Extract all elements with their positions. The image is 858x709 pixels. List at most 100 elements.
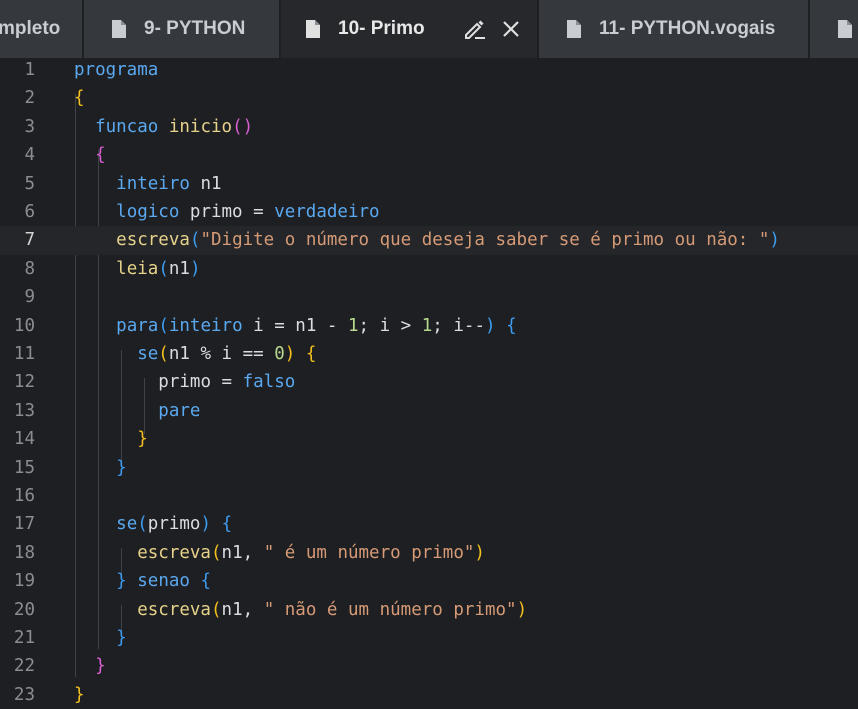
code-line[interactable]: 4 { [0, 141, 858, 169]
tab-label: 9- PYTHON [144, 18, 246, 39]
tab-label: 10- Primo [338, 18, 425, 39]
code-token: ) [189, 258, 201, 279]
line-number: 20 [13, 599, 35, 620]
code-line[interactable]: 13 pare [0, 397, 858, 425]
code-line[interactable]: 20 escreva(n1, " não é um número primo") [0, 596, 858, 624]
tab-next[interactable] [810, 0, 858, 58]
code-token: senao [137, 571, 190, 592]
code-token: ( [158, 315, 169, 336]
line-number: 9 [24, 287, 35, 308]
code-token: } [137, 429, 148, 450]
line-number: 18 [13, 542, 35, 563]
code-token: 1 [347, 315, 359, 336]
line-number: 4 [24, 145, 35, 166]
code-line[interactable]: 8 leia(n1) [0, 255, 858, 283]
code-text: funcao inicio() [74, 113, 253, 141]
line-number: 22 [13, 656, 35, 677]
code-token: primo [147, 514, 201, 535]
code-line[interactable]: 2{ [0, 84, 858, 112]
code-line[interactable]: 9 [0, 283, 858, 311]
code-token: primo = [158, 372, 243, 393]
code-token: { [95, 145, 106, 166]
code-token: { [305, 344, 317, 364]
code-token: ( [158, 258, 169, 279]
code-text: se(n1 % i == 0) { [74, 340, 316, 368]
code-line[interactable]: 16 [0, 482, 858, 510]
tab-bar: mpleto 9- PYTHON 10- Primo 11- PYTHON.vo… [0, 0, 858, 58]
code-token: primo = [179, 202, 275, 222]
code-token: inteiro [116, 173, 190, 194]
code-line[interactable]: 12 primo = falso [0, 368, 858, 396]
code-text: logico primo = verdadeiro [74, 198, 379, 226]
code-text: { [74, 84, 85, 112]
code-line[interactable]: 10 para(inteiro i = n1 - 1; i > 1; i--) … [0, 312, 858, 340]
tab-label: mpleto [0, 18, 61, 39]
tab-completo[interactable]: mpleto [0, 0, 82, 58]
code-token: funcao [95, 116, 159, 137]
code-line[interactable]: 21 } [0, 624, 858, 652]
line-number: 2 [24, 88, 35, 109]
code-line[interactable]: 14 } [0, 425, 858, 453]
code-text: } [74, 624, 127, 652]
code-token: "Digite o número que deseja saber se é p… [200, 230, 770, 251]
code-token: } [116, 571, 127, 592]
close-icon[interactable] [499, 17, 523, 41]
code-token: 0 [274, 344, 285, 364]
code-line[interactable]: 22 } [0, 652, 858, 680]
edit-icon[interactable] [463, 17, 487, 41]
tab-10-primo[interactable]: 10- Primo [281, 0, 537, 58]
line-number: 12 [13, 372, 35, 393]
code-text: } [74, 454, 127, 482]
line-number: 6 [24, 202, 35, 222]
code-token: ( [137, 514, 148, 535]
code-token: escreva [137, 599, 211, 620]
code-token: " não é um número primo" [263, 599, 517, 620]
code-line[interactable]: 3 funcao inicio() [0, 113, 858, 141]
code-line[interactable]: 7 escreva("Digite o número que deseja sa… [0, 226, 858, 255]
code-line[interactable]: 5 inteiro n1 [0, 170, 858, 198]
code-token: n1 [189, 173, 222, 194]
code-token: { [506, 315, 517, 336]
code-text: inteiro n1 [74, 170, 222, 198]
tab-9-python[interactable]: 9- PYTHON [84, 0, 279, 58]
code-editor[interactable]: 1 programa 2{3 funcao inicio() 4 {5 inteiro… [0, 58, 858, 705]
line-number: 7 [24, 230, 35, 251]
file-icon [838, 20, 852, 38]
code-token: leia [116, 258, 159, 279]
code-text: escreva("Digite o número que deseja sabe… [74, 226, 780, 254]
code-line[interactable]: 6 logico primo = verdadeiro [0, 198, 858, 226]
code-token: pare [158, 400, 201, 421]
code-token: { [74, 88, 85, 109]
line-number: 5 [24, 173, 35, 194]
code-token: falso [242, 372, 296, 393]
line-number: 13 [13, 400, 35, 421]
code-line[interactable]: 15 } [0, 454, 858, 482]
line-number: 3 [24, 116, 35, 137]
code-line[interactable]: 19 } senao { [0, 567, 858, 595]
tab-11-python-vogais[interactable]: 11- PYTHON.vogais [539, 0, 808, 58]
code-line[interactable]: 11 se(n1 % i == 0) { [0, 340, 858, 368]
code-text: leia(n1) [74, 255, 200, 283]
code-line[interactable]: 18 escreva(n1, " é um número primo") [0, 539, 858, 567]
code-token: n1 % i == [168, 344, 275, 364]
code-token: i = n1 - [242, 315, 348, 336]
code-line[interactable]: 1 programa [0, 56, 858, 84]
code-line[interactable]: 17 se(primo) { [0, 510, 858, 538]
code-token: " é um número primo" [263, 542, 475, 563]
line-number: 19 [13, 571, 35, 592]
